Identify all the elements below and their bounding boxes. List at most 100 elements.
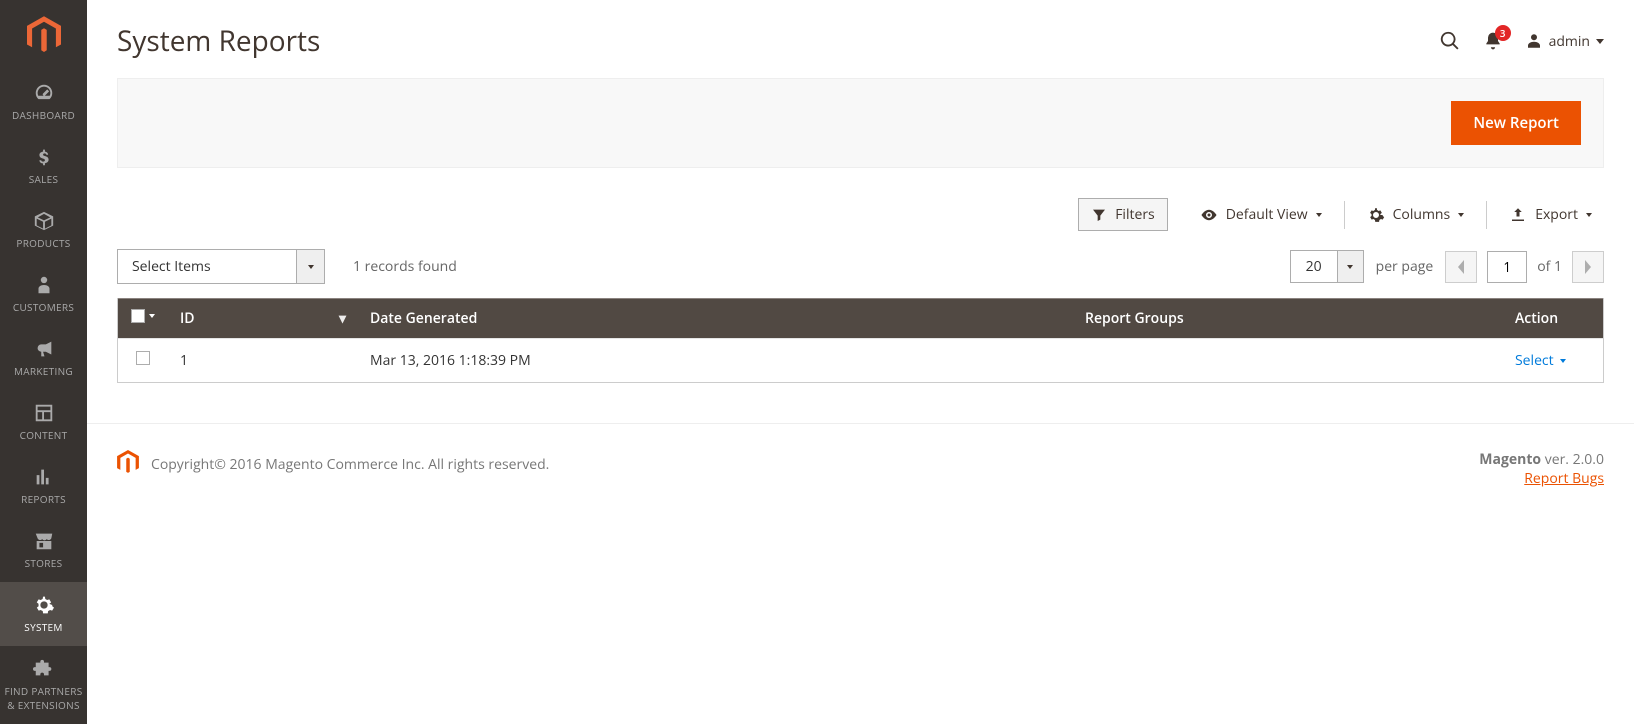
dollar-icon [33,146,55,168]
export-dropdown[interactable]: Export [1497,199,1604,230]
eye-icon [1200,206,1218,224]
filters-button[interactable]: Filters [1078,198,1168,231]
nav-label: FIND PARTNERS & EXTENSIONS [4,684,83,712]
table-row: 1 Mar 13, 2016 1:18:39 PM Select [118,339,1603,383]
chevron-left-icon [1456,260,1466,274]
layout-icon [33,402,55,424]
default-view-dropdown[interactable]: Default View [1188,199,1334,230]
bar-chart-icon [33,466,55,488]
select-items-toggle[interactable] [297,249,325,284]
funnel-icon [1091,207,1107,223]
chevron-down-icon [1347,265,1353,269]
row-action-select[interactable]: Select [1515,351,1566,370]
user-menu[interactable]: admin [1525,32,1604,51]
per-page-value: 20 [1290,250,1338,283]
nav-label: SALES [29,172,59,186]
col-checkbox[interactable] [118,299,168,339]
chevron-down-icon [149,314,155,318]
prev-page-button[interactable] [1445,251,1477,283]
new-report-button[interactable]: New Report [1451,101,1581,145]
nav-label: STORES [25,556,63,570]
version-brand: Magento [1479,450,1541,469]
chevron-down-icon [1560,359,1566,363]
separator [1486,201,1487,229]
magento-logo[interactable] [0,0,87,70]
per-page-label: per page [1376,257,1434,276]
gauge-icon [33,82,55,104]
nav-content[interactable]: CONTENT [0,390,87,454]
megaphone-icon [33,338,55,360]
nav-find-partners[interactable]: FIND PARTNERS & EXTENSIONS [0,646,87,724]
col-action: Action [1503,299,1603,339]
chevron-down-icon [308,265,314,269]
magento-logo-icon [27,16,61,54]
col-id-label: ID [180,309,195,328]
records-found: 1 records found [353,257,457,276]
action-bar: New Report [117,78,1604,168]
nav-stores[interactable]: STORES [0,518,87,582]
export-label: Export [1535,205,1578,224]
columns-dropdown[interactable]: Columns [1355,199,1477,230]
row-checkbox[interactable] [136,351,150,365]
nav-reports[interactable]: REPORTS [0,454,87,518]
nav-label: MARKETING [14,364,73,378]
nav-system[interactable]: SYSTEM [0,582,87,646]
col-action-label: Action [1515,309,1558,328]
header-checkbox[interactable] [131,309,145,323]
col-date-label: Date Generated [370,309,477,328]
per-page-toggle[interactable] [1338,250,1364,283]
nav-sales[interactable]: SALES [0,134,87,198]
admin-sidebar: DASHBOARD SALES PRODUCTS CUSTOMERS MARKE… [0,0,87,724]
upload-icon [1509,206,1527,224]
gear-icon [33,594,55,616]
nav-dashboard[interactable]: DASHBOARD [0,70,87,134]
version-number: ver. 2.0.0 [1541,450,1604,469]
action-select-label: Select [1515,351,1554,370]
reports-grid: ID ▾ Date Generated Report Groups Action… [117,298,1604,383]
gear-icon [1367,206,1385,224]
select-items-label: Select Items [117,249,297,284]
per-page-select[interactable]: 20 [1290,250,1364,283]
page-number-input[interactable] [1487,251,1527,283]
nav-label: CUSTOMERS [13,300,74,314]
col-date[interactable]: Date Generated [358,299,1073,339]
col-groups-label: Report Groups [1085,309,1184,328]
sort-arrow-down-icon: ▾ [339,309,346,328]
user-label: admin [1549,32,1590,51]
store-icon [33,530,55,552]
person-icon [33,274,55,296]
next-page-button[interactable] [1572,251,1604,283]
nav-label: SYSTEM [24,620,62,634]
separator [1344,201,1345,229]
page-title: System Reports [117,22,320,60]
search-icon [1439,30,1461,52]
col-groups[interactable]: Report Groups [1073,299,1503,339]
nav-marketing[interactable]: MARKETING [0,326,87,390]
columns-label: Columns [1393,205,1451,224]
cell-id: 1 [168,339,358,383]
search-button[interactable] [1439,30,1461,52]
nav-products[interactable]: PRODUCTS [0,198,87,262]
default-view-label: Default View [1226,205,1308,224]
cell-groups [1073,339,1503,383]
chevron-down-icon [1458,213,1464,217]
copyright-text: Copyright© 2016 Magento Commerce Inc. Al… [151,455,549,474]
chevron-down-icon [1586,213,1592,217]
mass-action-select[interactable]: Select Items [117,249,325,284]
nav-label: REPORTS [21,492,66,506]
chevron-down-icon [1316,213,1322,217]
puzzle-icon [33,658,55,680]
page-of-label: of 1 [1537,257,1562,276]
filters-label: Filters [1115,205,1155,224]
nav-customers[interactable]: CUSTOMERS [0,262,87,326]
cell-date: Mar 13, 2016 1:18:39 PM [358,339,1073,383]
box-icon [33,210,55,232]
col-id[interactable]: ID ▾ [168,299,358,339]
report-bugs-link[interactable]: Report Bugs [1524,469,1604,488]
nav-label: PRODUCTS [16,236,70,250]
notifications-button[interactable]: 3 [1483,31,1503,51]
user-icon [1525,32,1543,50]
magento-footer-icon [117,450,139,479]
chevron-down-icon [1596,39,1604,44]
notification-badge: 3 [1495,25,1511,41]
